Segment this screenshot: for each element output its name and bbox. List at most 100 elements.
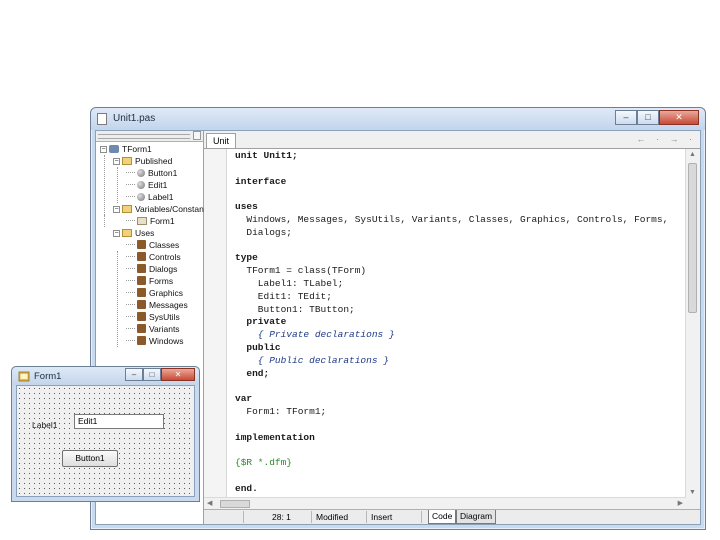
tree-connector bbox=[126, 316, 135, 317]
close-button[interactable]: ✕ bbox=[659, 110, 699, 125]
label1-component[interactable]: Label1 bbox=[32, 420, 58, 430]
history-nav-icons[interactable]: ← · → · bbox=[637, 134, 697, 144]
code-line[interactable]: private bbox=[235, 316, 286, 327]
collapse-toggle-icon[interactable]: − bbox=[113, 206, 120, 213]
field-icon bbox=[137, 169, 145, 177]
horizontal-scroll-thumb[interactable] bbox=[220, 500, 250, 508]
code-text-area[interactable]: unit Unit1; interface uses Windows, Messag… bbox=[227, 149, 686, 498]
scroll-left-icon[interactable]: ◀ bbox=[207, 499, 212, 507]
scroll-up-icon[interactable]: ▲ bbox=[689, 151, 696, 158]
tree-node[interactable]: − Uses bbox=[113, 227, 154, 239]
editor-title: Unit1.pas bbox=[113, 113, 156, 124]
code-line[interactable]: end; bbox=[235, 368, 269, 379]
code-line[interactable]: Dialogs; bbox=[235, 227, 292, 238]
editor-titlebar[interactable]: Unit1.pas – □ ✕ bbox=[91, 108, 705, 130]
tree-guide-line bbox=[104, 215, 105, 227]
tree-connector bbox=[126, 196, 135, 197]
folder-icon bbox=[122, 229, 132, 237]
tree-connector bbox=[126, 220, 135, 221]
form-minimize-button[interactable]: – bbox=[125, 368, 143, 381]
tree-toolbar bbox=[96, 131, 203, 142]
tree-node-label: Dialogs bbox=[149, 264, 178, 274]
code-line[interactable]: Windows, Messages, SysUtils, Variants, C… bbox=[235, 214, 668, 225]
code-line[interactable]: { Public declarations } bbox=[235, 355, 389, 366]
code-line[interactable]: public bbox=[235, 342, 280, 353]
form-design-surface[interactable]: Label1 Edit1 Button1 bbox=[16, 385, 195, 497]
collapse-toggle-icon[interactable]: − bbox=[113, 230, 120, 237]
code-line[interactable]: Form1: TForm1; bbox=[235, 406, 326, 417]
maximize-button[interactable]: □ bbox=[637, 110, 659, 125]
code-line[interactable]: TForm1 = class(TForm) bbox=[235, 265, 366, 276]
form-maximize-button[interactable]: □ bbox=[143, 368, 161, 381]
tree-node[interactable]: Controls bbox=[126, 251, 181, 263]
tree-node[interactable]: Edit1 bbox=[126, 179, 167, 191]
tree-node[interactable]: Classes bbox=[126, 239, 179, 251]
form-close-button[interactable]: ✕ bbox=[161, 368, 195, 381]
tree-node-label: Windows bbox=[149, 336, 184, 346]
tree-node[interactable]: Messages bbox=[126, 299, 188, 311]
tree-connector bbox=[126, 172, 135, 173]
tree-node[interactable]: Label1 bbox=[126, 191, 174, 203]
vertical-scroll-thumb[interactable] bbox=[688, 163, 697, 313]
form-titlebar[interactable]: Form1 – □ ✕ bbox=[12, 367, 199, 385]
tree-node[interactable]: Form1 bbox=[126, 215, 175, 227]
editor-tabbar: Unit ← · → · bbox=[204, 131, 700, 149]
unit-icon bbox=[137, 312, 146, 321]
scroll-down-icon[interactable]: ▼ bbox=[689, 489, 696, 496]
code-line[interactable]: implementation bbox=[235, 432, 315, 443]
tree-connector bbox=[126, 304, 135, 305]
tab-diagram[interactable]: Diagram bbox=[456, 510, 497, 524]
code-line[interactable]: interface bbox=[235, 176, 286, 187]
code-line[interactable]: var bbox=[235, 393, 252, 404]
unit-icon bbox=[137, 252, 146, 261]
code-line[interactable]: uses bbox=[235, 201, 258, 212]
tree-node[interactable]: − TForm1 bbox=[100, 143, 152, 155]
tab-unit[interactable]: Unit bbox=[206, 133, 236, 148]
tree-node[interactable]: Variants bbox=[126, 323, 180, 335]
delphi-form-icon bbox=[18, 371, 30, 382]
tree-node-label: Uses bbox=[135, 228, 155, 238]
collapse-toggle-icon[interactable]: − bbox=[113, 158, 120, 165]
vertical-scrollbar[interactable]: ▲ ▼ bbox=[685, 149, 700, 498]
tree-guide-line bbox=[117, 251, 118, 347]
tree-node[interactable]: Dialogs bbox=[126, 263, 177, 275]
tree-node-label: Variants bbox=[149, 324, 180, 334]
form-icon bbox=[137, 217, 147, 225]
code-line[interactable]: type bbox=[235, 252, 258, 263]
field-icon bbox=[137, 193, 145, 201]
tree-node[interactable]: Forms bbox=[126, 275, 173, 287]
tree-node[interactable]: − Variables/Constants bbox=[113, 203, 210, 215]
code-line[interactable]: end. bbox=[235, 483, 258, 494]
tree-connector bbox=[126, 328, 135, 329]
minimize-button[interactable]: – bbox=[615, 110, 637, 125]
tree-node[interactable]: Windows bbox=[126, 335, 183, 347]
collapse-toggle-icon[interactable]: − bbox=[100, 146, 107, 153]
code-line[interactable]: unit Unit1; bbox=[235, 150, 298, 161]
tree-node-label: Graphics bbox=[149, 288, 184, 298]
code-line[interactable]: Label1: TLabel; bbox=[235, 278, 344, 289]
tree-node-label: TForm1 bbox=[122, 144, 152, 154]
tree-node[interactable]: − Published bbox=[113, 155, 172, 167]
tree-node-label: Messages bbox=[149, 300, 188, 310]
code-line[interactable]: Edit1: TEdit; bbox=[235, 291, 332, 302]
tab-code[interactable]: Code bbox=[428, 510, 457, 524]
unit-icon bbox=[137, 300, 146, 309]
edit1-component[interactable]: Edit1 bbox=[74, 414, 164, 429]
code-line[interactable]: Button1: TButton; bbox=[235, 304, 355, 315]
toolbar-grip[interactable] bbox=[98, 134, 190, 139]
tree-toolbar-button[interactable] bbox=[193, 131, 201, 140]
scroll-right-icon[interactable]: ▶ bbox=[678, 499, 683, 507]
tree-connector bbox=[126, 244, 135, 245]
editor-gutter[interactable] bbox=[204, 149, 227, 498]
code-line[interactable]: {$R *.dfm} bbox=[235, 457, 292, 468]
button1-component[interactable]: Button1 bbox=[62, 450, 118, 467]
tree-node-label: Edit1 bbox=[148, 180, 168, 190]
tree-node[interactable]: Button1 bbox=[126, 167, 177, 179]
tree-node[interactable]: SysUtils bbox=[126, 311, 180, 323]
tree-connector bbox=[126, 184, 135, 185]
tree-node-label: Variables/Constants bbox=[135, 204, 211, 214]
tree-node[interactable]: Graphics bbox=[126, 287, 183, 299]
tree-connector bbox=[126, 256, 135, 257]
modified-status: Modified bbox=[312, 511, 367, 523]
code-line[interactable]: { Private declarations } bbox=[235, 329, 395, 340]
